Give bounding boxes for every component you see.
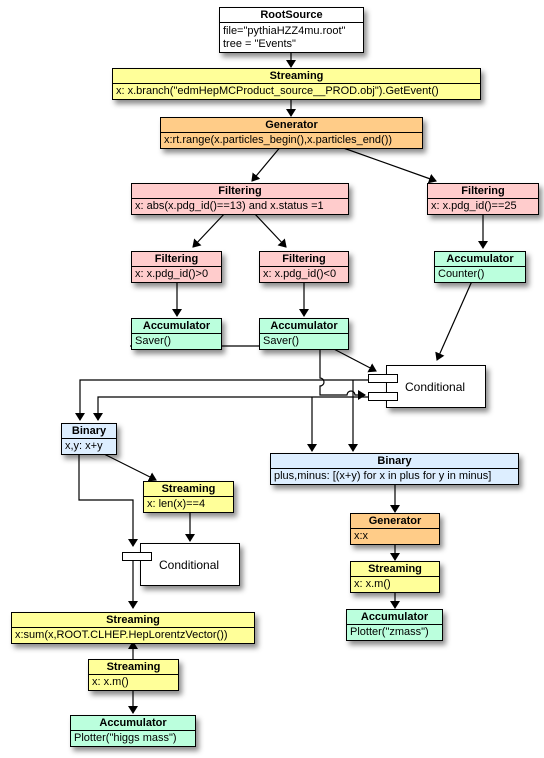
node-expression: x: x.m() — [92, 676, 129, 688]
node-binary-pairs[interactable]: Binary plus,minus: [(x+y) for x in plus … — [270, 453, 519, 485]
node-filter-positive[interactable]: Filtering x: x.pdg_id()>0 — [131, 251, 222, 283]
edge-counter-to-conditional — [435, 280, 473, 361]
node-filter-muons[interactable]: Filtering x: abs(x.pdg_id()==13) and x.s… — [131, 183, 349, 215]
node-title: Streaming — [351, 562, 439, 577]
node-streaming-len[interactable]: Streaming x: len(x)==4 — [143, 481, 234, 513]
node-binary-sum[interactable]: Binary x,y: x+y — [61, 423, 117, 455]
node-expression: x: x.branch("edmHepMCProduct_source__PRO… — [116, 85, 439, 97]
edge-binary-sum-to-streaming-len — [99, 451, 157, 482]
node-expression: Plotter("higgs mass") — [74, 732, 177, 744]
node-title: Generator — [351, 514, 439, 529]
conditional-label: Conditional — [405, 379, 466, 394]
node-expression: x:x — [354, 530, 369, 542]
node-title: Filtering — [132, 184, 348, 199]
node-expression: x:sum(x,ROOT.CLHEP.HepLorentzVector()) — [15, 629, 228, 641]
node-filter-negative[interactable]: Filtering x: x.pdg_id()<0 — [259, 251, 349, 283]
node-conditional-top[interactable]: Conditional — [386, 365, 486, 408]
node-title: Accumulator — [347, 610, 442, 625]
node-accumulator-saver-plus[interactable]: Accumulator Saver() — [131, 318, 222, 350]
node-param-file: file="pythiaHZZ4mu.root" — [223, 25, 346, 37]
edge-conditional-to-binary-sum-b — [93, 396, 370, 421]
node-title: Streaming — [12, 613, 254, 628]
node-generator-particles[interactable]: Generator x:rt.range(x.particles_begin()… — [160, 117, 423, 149]
conditional-label: Conditional — [159, 557, 220, 572]
node-filter-higgs[interactable]: Filtering x: x.pdg_id()==25 — [427, 183, 539, 215]
node-title: Accumulator — [71, 716, 195, 731]
node-title: Generator — [161, 118, 422, 133]
node-accumulator-plot-z[interactable]: Accumulator Plotter("zmass") — [346, 609, 443, 641]
node-expression: x: x.pdg_id()>0 — [135, 268, 209, 280]
node-expression: x: abs(x.pdg_id()==13) and x.status =1 — [135, 200, 324, 212]
node-title: Streaming — [113, 69, 480, 84]
edge-generator-to-filter-muons — [251, 144, 283, 182]
node-title: Accumulator — [132, 319, 221, 334]
node-title: Binary — [62, 424, 116, 439]
conditional-top-input-port-2[interactable] — [368, 392, 398, 401]
edge-filter-muons-to-negative — [252, 211, 287, 248]
node-streaming-mass-higgs[interactable]: Streaming x: x.m() — [88, 659, 179, 691]
node-title: Streaming — [89, 660, 178, 675]
node-expression: Saver() — [263, 335, 300, 347]
node-expression: x,y: x+y — [65, 440, 103, 452]
node-streaming-sum[interactable]: Streaming x:sum(x,ROOT.CLHEP.HepLorentzV… — [11, 612, 255, 644]
edge-saver-minus-to-conditional — [329, 346, 377, 373]
node-expression: Counter() — [438, 268, 485, 280]
node-title: Filtering — [132, 252, 221, 267]
node-expression: x: x.pdg_id()==25 — [431, 200, 517, 212]
node-title: Filtering — [260, 252, 348, 267]
node-title: RootSource — [220, 8, 363, 23]
conditional-top-input-port-1[interactable] — [368, 374, 398, 383]
node-expression: Plotter("zmass") — [350, 626, 429, 638]
node-expression: x: x.m() — [354, 578, 391, 590]
node-title: Filtering — [428, 184, 538, 199]
node-streaming-mass-z[interactable]: Streaming x: x.m() — [350, 561, 440, 593]
node-title: Streaming — [144, 482, 233, 497]
node-accumulator-plot-higgs[interactable]: Accumulator Plotter("higgs mass") — [70, 715, 196, 747]
edge-filter-muons-to-positive — [192, 211, 227, 248]
node-title: Accumulator — [260, 319, 348, 334]
node-expression: Saver() — [135, 335, 172, 347]
edge-generator-to-filter-higgs — [334, 144, 437, 184]
node-expression: plus,minus: [(x+y) for x in plus for y i… — [274, 470, 492, 482]
edge-binary-sum-to-conditional — [78, 452, 138, 547]
node-title: Binary — [271, 454, 518, 469]
edge-conditional-to-binary-sum-a — [75, 379, 370, 421]
conditional-bottom-input-port[interactable] — [122, 552, 152, 561]
node-generator-identity[interactable]: Generator x:x — [350, 513, 440, 545]
node-root-source[interactable]: RootSource file="pythiaHZZ4mu.root" tree… — [219, 7, 364, 53]
node-expression: x: len(x)==4 — [147, 498, 206, 510]
node-param-tree: tree = "Events" — [223, 38, 296, 50]
node-expression: x: x.pdg_id()<0 — [263, 268, 337, 280]
node-conditional-bottom[interactable]: Conditional — [140, 543, 240, 586]
node-accumulator-counter[interactable]: Accumulator Counter() — [434, 251, 526, 283]
node-expression: x:rt.range(x.particles_begin(),x.particl… — [164, 134, 393, 146]
node-title: Accumulator — [435, 252, 525, 267]
edge-saver-plus-to-conditional — [130, 345, 366, 400]
node-streaming-event[interactable]: Streaming x: x.branch("edmHepMCProduct_s… — [112, 68, 481, 100]
node-accumulator-saver-minus[interactable]: Accumulator Saver() — [259, 318, 349, 350]
